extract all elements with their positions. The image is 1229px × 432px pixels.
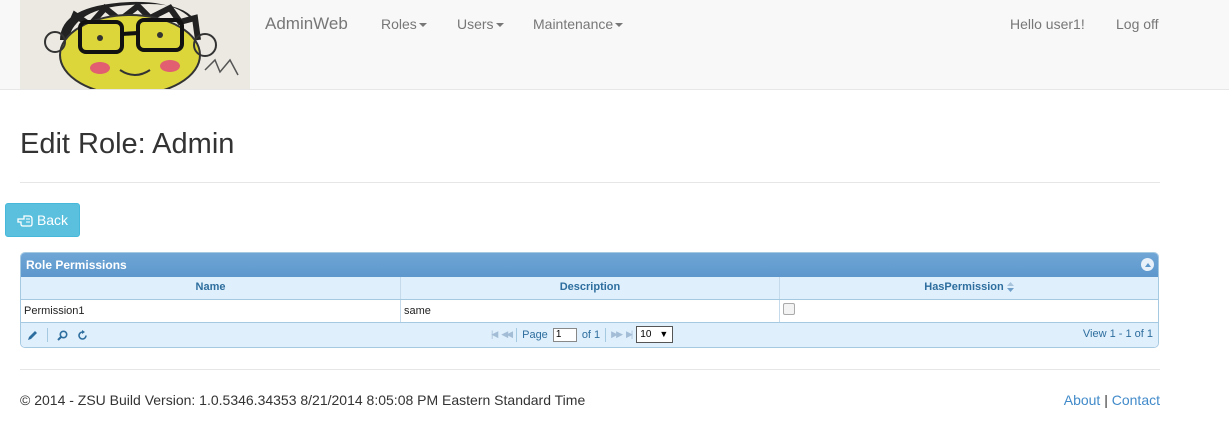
pager-separator xyxy=(47,328,48,342)
pager-actions xyxy=(27,328,88,342)
search-icon[interactable] xyxy=(57,329,68,341)
table-row[interactable]: Permission1 same xyxy=(21,300,1158,323)
logo-drawing[interactable] xyxy=(20,0,250,89)
cell-name: Permission1 xyxy=(21,300,401,322)
footer-separator: | xyxy=(1104,392,1108,408)
grid-caption-label: Role Permissions xyxy=(26,258,127,272)
page-label: Page xyxy=(522,328,548,341)
collapse-icon[interactable] xyxy=(1141,258,1154,271)
first-page-icon[interactable]: |◀ xyxy=(491,329,498,340)
dropdown-arrow-icon: ▼ xyxy=(659,329,669,339)
nav-users-dropdown[interactable]: Users xyxy=(457,16,504,32)
back-button-label: Back xyxy=(36,212,69,228)
last-page-icon[interactable]: ▶| xyxy=(626,329,633,340)
about-link[interactable]: About xyxy=(1064,392,1101,408)
page-number-input[interactable]: 1 xyxy=(552,327,577,342)
column-header-name[interactable]: Name xyxy=(21,277,401,299)
page-of-label: of 1 xyxy=(581,328,601,341)
nav-roles-label: Roles xyxy=(381,16,417,32)
has-permission-checkbox[interactable] xyxy=(783,303,795,315)
column-header-name-label: Name xyxy=(195,281,226,293)
next-page-icon[interactable]: ▶▶ xyxy=(611,329,623,340)
rows-per-page-value: 10 xyxy=(640,329,652,340)
sort-icon[interactable] xyxy=(1006,282,1014,293)
caret-down-icon xyxy=(495,23,504,28)
cell-haspermission xyxy=(780,300,1158,322)
caret-down-icon xyxy=(615,23,624,28)
contact-link[interactable]: Contact xyxy=(1112,392,1160,408)
navbar: AdminWeb Roles Users Maintenance Hello u… xyxy=(0,0,1229,90)
pager-navigation: |◀ ◀◀ Page 1 of 1 ▶▶ ▶| 10 ▼ xyxy=(491,326,674,343)
logoff-link[interactable]: Log off xyxy=(1116,16,1159,32)
caret-down-icon xyxy=(418,23,427,28)
footer-build-info: © 2014 - ZSU Build Version: 1.0.5346.343… xyxy=(20,392,586,408)
column-header-haspermission[interactable]: HasPermission xyxy=(780,277,1158,299)
hand-pointing-left-icon xyxy=(17,214,33,227)
nav-roles-dropdown[interactable]: Roles xyxy=(381,16,427,32)
view-records-text: View 1 - 1 of 1 xyxy=(1082,328,1153,340)
grid-pager: |◀ ◀◀ Page 1 of 1 ▶▶ ▶| 10 ▼ View 1 - 1 o… xyxy=(21,323,1158,347)
nav-maintenance-label: Maintenance xyxy=(533,16,614,32)
divider xyxy=(20,369,1160,370)
user-greeting-link[interactable]: Hello user1! xyxy=(1010,16,1085,32)
prev-page-icon[interactable]: ◀◀ xyxy=(501,329,513,340)
brand-link[interactable]: AdminWeb xyxy=(265,14,348,34)
nav-maintenance-dropdown[interactable]: Maintenance xyxy=(533,16,624,32)
role-permissions-grid: Role Permissions Name Description HasPer… xyxy=(20,252,1159,348)
pager-separator xyxy=(516,327,518,342)
edit-pencil-icon[interactable] xyxy=(27,330,38,341)
rows-per-page-select[interactable]: 10 ▼ xyxy=(636,326,674,343)
grid-header-row: Name Description HasPermission xyxy=(21,277,1158,300)
column-header-description-label: Description xyxy=(559,281,621,293)
column-header-description[interactable]: Description xyxy=(401,277,780,299)
divider xyxy=(20,182,1160,183)
page-title: Edit Role: Admin xyxy=(20,128,235,160)
footer-links: About | Contact xyxy=(1064,392,1160,408)
refresh-icon[interactable] xyxy=(77,329,88,341)
cartoon-face-icon xyxy=(20,0,250,89)
cell-description: same xyxy=(401,300,780,322)
pager-separator xyxy=(605,327,607,342)
grid-caption: Role Permissions xyxy=(21,253,1158,277)
nav-users-label: Users xyxy=(457,16,494,32)
column-header-haspermission-label: HasPermission xyxy=(924,281,1004,293)
back-button[interactable]: Back xyxy=(5,203,80,237)
